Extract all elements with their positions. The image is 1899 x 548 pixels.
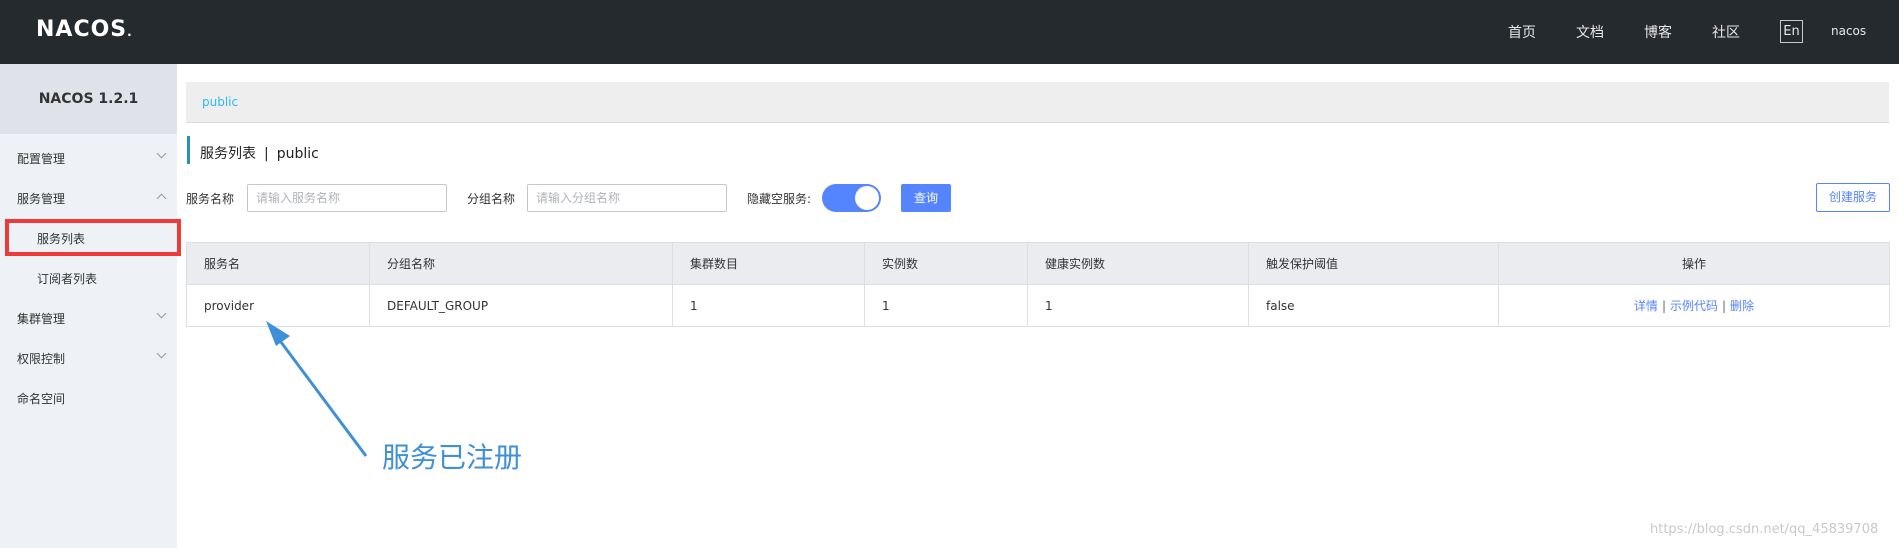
sidebar-item-config[interactable]: 配置管理 — [17, 150, 65, 167]
page-namespace: public — [276, 146, 319, 162]
cell-actions: 详情 | 示例代码 | 删除 — [1498, 284, 1890, 327]
create-service-button[interactable]: 创建服务 — [1816, 183, 1890, 212]
table-header-row: 服务名 分组名称 集群数目 实例数 健康实例数 触发保护阈值 操作 — [186, 242, 1890, 285]
logo-suffix: . — [127, 25, 133, 39]
top-bar: NACOS. 首页 文档 博客 社区 En nacos — [0, 0, 1899, 64]
col-instance-count: 实例数 — [864, 242, 1028, 285]
cell-protect-threshold: false — [1248, 284, 1499, 327]
highlight-box — [5, 219, 181, 256]
breadcrumb[interactable]: public — [202, 95, 238, 109]
user-name[interactable]: nacos — [1831, 24, 1866, 38]
hide-empty-toggle[interactable] — [822, 184, 881, 212]
hide-empty-label: 隐藏空服务: — [747, 192, 812, 206]
action-separator: | — [1722, 299, 1727, 313]
sidebar-item-namespace[interactable]: 命名空间 — [17, 390, 65, 407]
annotation-text: 服务已注册 — [382, 441, 523, 474]
service-name-label: 服务名称 — [186, 192, 235, 206]
nav-community[interactable]: 社区 — [1712, 22, 1740, 42]
title-accent-bar — [187, 136, 190, 164]
delete-link[interactable]: 删除 — [1730, 299, 1754, 313]
col-protect-threshold: 触发保护阈值 — [1248, 242, 1499, 285]
cell-group-name: DEFAULT_GROUP — [369, 284, 673, 327]
page-title-text: 服务列表 — [200, 146, 256, 162]
service-name-input-box — [247, 184, 447, 212]
sidebar: NACOS 1.2.1 配置管理 服务管理 服务列表 订阅者列表 集群管理 权限… — [0, 64, 177, 548]
query-button[interactable]: 查询 — [901, 184, 951, 212]
cell-cluster-count: 1 — [672, 284, 865, 327]
watermark: https://blog.csdn.net/qq_45839708 — [1650, 522, 1879, 537]
col-cluster-count: 集群数目 — [672, 242, 865, 285]
action-separator: | — [1661, 299, 1666, 313]
group-name-input[interactable] — [528, 185, 726, 211]
version-label: NACOS 1.2.1 — [0, 64, 177, 134]
sidebar-item-service[interactable]: 服务管理 — [17, 190, 65, 207]
cell-healthy-count: 1 — [1027, 284, 1249, 327]
nacos-logo[interactable]: NACOS. — [36, 17, 133, 42]
detail-link[interactable]: 详情 — [1634, 299, 1658, 313]
logo-text: NACOS — [36, 17, 128, 42]
service-name-input[interactable] — [248, 185, 446, 211]
table-row: provider DEFAULT_GROUP 1 1 1 false 详情 | 示例… — [186, 284, 1890, 327]
nav-blog[interactable]: 博客 — [1644, 22, 1672, 42]
col-healthy-count: 健康实例数 — [1027, 242, 1249, 285]
toggle-knob — [855, 186, 879, 210]
chevron-down-icon — [156, 308, 167, 319]
sidebar-subitem-subscriber-list[interactable]: 订阅者列表 — [37, 270, 97, 287]
chevron-down-icon — [156, 348, 167, 359]
nav-home[interactable]: 首页 — [1508, 22, 1536, 42]
title-separator: | — [264, 146, 269, 162]
chevron-up-icon — [156, 193, 167, 204]
col-actions: 操作 — [1498, 242, 1890, 285]
breadcrumb-bar: public — [186, 82, 1889, 123]
page-title: 服务列表 | public — [200, 143, 319, 163]
group-name-input-box — [527, 184, 727, 212]
cell-instance-count: 1 — [864, 284, 1028, 327]
col-service-name: 服务名 — [186, 242, 370, 285]
sample-code-link[interactable]: 示例代码 — [1670, 299, 1718, 313]
nav-docs[interactable]: 文档 — [1576, 22, 1604, 42]
sidebar-item-auth[interactable]: 权限控制 — [17, 350, 65, 367]
chevron-down-icon — [156, 148, 167, 159]
service-table: 服务名 分组名称 集群数目 实例数 健康实例数 触发保护阈值 操作 provid… — [186, 242, 1890, 327]
sidebar-item-cluster[interactable]: 集群管理 — [17, 310, 65, 327]
group-name-label: 分组名称 — [467, 192, 516, 206]
col-group-name: 分组名称 — [369, 242, 673, 285]
cell-service-name: provider — [186, 284, 370, 327]
language-toggle-button[interactable]: En — [1780, 20, 1803, 43]
